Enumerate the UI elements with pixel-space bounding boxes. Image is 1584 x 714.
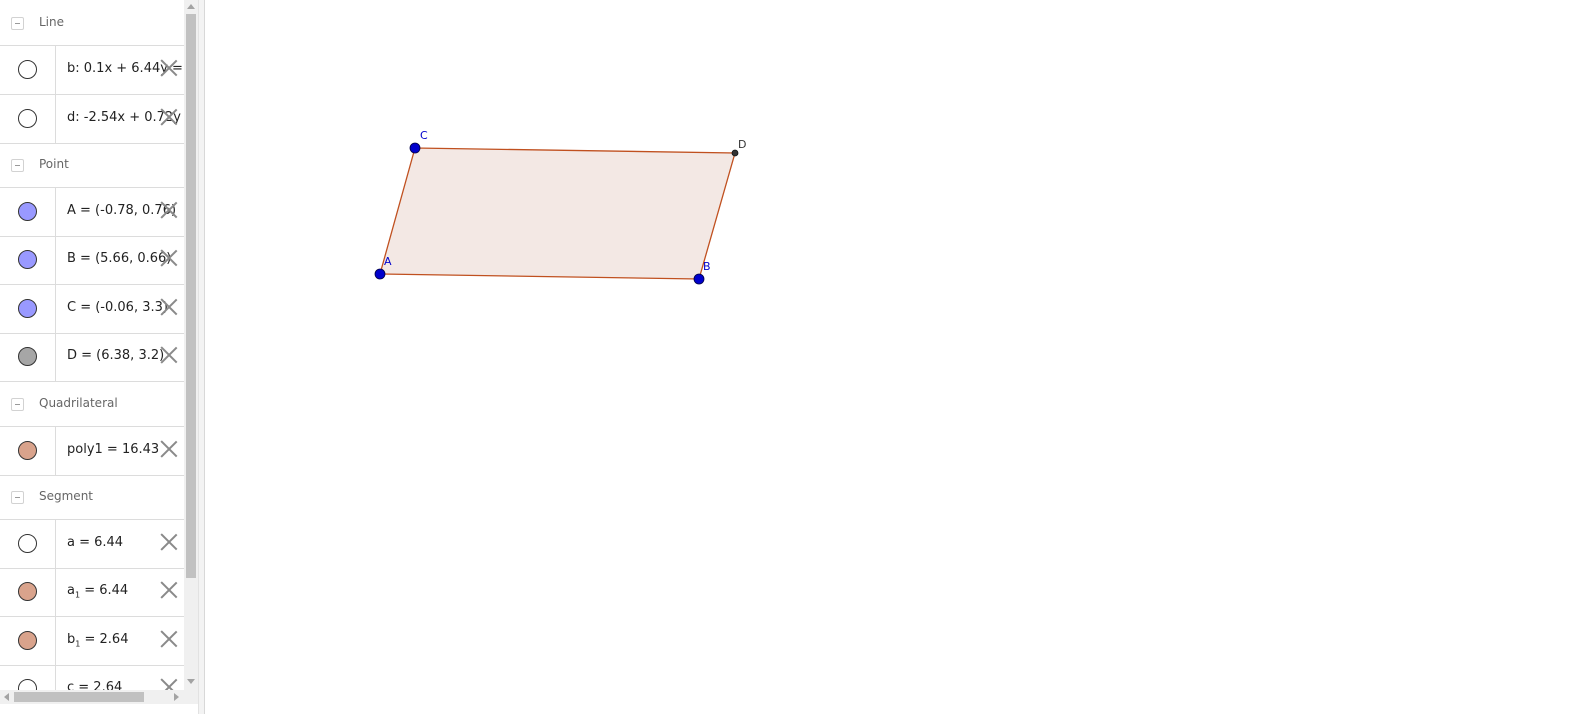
visibility-toggle[interactable] (18, 441, 37, 460)
scroll-up-icon[interactable] (187, 4, 195, 9)
collapse-icon[interactable] (11, 398, 24, 411)
algebra-item-point-b[interactable]: B = (5.66, 0.66) (0, 236, 184, 285)
scrollbar-corner (184, 690, 198, 704)
scroll-down-icon[interactable] (187, 679, 195, 684)
group-header-line[interactable]: Line (0, 0, 184, 46)
point-label-d: D (738, 138, 746, 151)
delete-icon[interactable] (160, 346, 178, 364)
point-label-a: A (384, 255, 392, 268)
group-label: Line (39, 15, 65, 29)
visibility-toggle[interactable] (18, 60, 37, 79)
group-header-segment[interactable]: Segment (0, 474, 184, 520)
visibility-toggle[interactable] (18, 250, 37, 269)
delete-icon[interactable] (160, 678, 178, 690)
visibility-toggle[interactable] (18, 679, 37, 690)
delete-icon[interactable] (160, 201, 178, 219)
delete-icon[interactable] (160, 533, 178, 551)
algebra-item-point-a[interactable]: A = (-0.78, 0.76) (0, 188, 184, 237)
item-definition[interactable]: a1 = 6.44 (67, 583, 128, 600)
algebra-item-segment-a1[interactable]: a1 = 6.44 (0, 568, 184, 617)
group-label: Segment (39, 489, 93, 503)
graphics-view[interactable]: A B C D (205, 0, 1584, 714)
item-definition[interactable]: b1 = 2.64 (67, 632, 128, 649)
visibility-toggle[interactable] (18, 202, 37, 221)
visibility-toggle[interactable] (18, 534, 37, 553)
visibility-toggle[interactable] (18, 631, 37, 650)
horizontal-scrollbar[interactable] (0, 690, 184, 704)
algebra-view: Line b: 0.1x + 6.44y = 2 d: -2.54x + 0.7… (0, 0, 184, 690)
visibility-toggle[interactable] (18, 109, 37, 128)
item-definition[interactable]: C = (-0.06, 3.3) (67, 300, 168, 315)
visibility-toggle[interactable] (18, 582, 37, 601)
scroll-left-icon[interactable] (4, 693, 9, 701)
delete-icon[interactable] (160, 108, 178, 126)
vertical-scroll-thumb[interactable] (186, 14, 196, 578)
item-definition[interactable]: B = (5.66, 0.66) (67, 251, 171, 266)
visibility-toggle[interactable] (18, 347, 37, 366)
algebra-item-point-d[interactable]: D = (6.38, 3.2) (0, 333, 184, 382)
group-label: Point (39, 157, 69, 171)
algebra-item-point-c[interactable]: C = (-0.06, 3.3) (0, 285, 184, 334)
collapse-icon[interactable] (11, 159, 24, 172)
item-definition[interactable]: poly1 = 16.43 (67, 442, 159, 457)
algebra-item-segment-c[interactable]: c = 2.64 (0, 665, 184, 690)
delete-icon[interactable] (160, 59, 178, 77)
algebra-item-line-b[interactable]: b: 0.1x + 6.44y = 2 (0, 46, 184, 95)
point-label-b: B (703, 260, 711, 273)
polygon-poly1[interactable] (379, 147, 736, 280)
point-c[interactable] (409, 142, 421, 154)
point-a[interactable] (374, 268, 386, 280)
view-divider[interactable] (198, 0, 205, 714)
horizontal-scroll-thumb[interactable] (14, 692, 144, 702)
group-header-quadrilateral[interactable]: Quadrilateral (0, 381, 184, 427)
collapse-icon[interactable] (11, 17, 24, 30)
scroll-right-icon[interactable] (174, 693, 179, 701)
delete-icon[interactable] (160, 630, 178, 648)
collapse-icon[interactable] (11, 491, 24, 504)
visibility-toggle[interactable] (18, 299, 37, 318)
delete-icon[interactable] (160, 581, 178, 599)
algebra-item-segment-b1[interactable]: b1 = 2.64 (0, 617, 184, 666)
algebra-item-poly1[interactable]: poly1 = 16.43 (0, 427, 184, 476)
item-definition[interactable]: a = 6.44 (67, 535, 123, 550)
vertical-scrollbar[interactable] (184, 0, 198, 690)
algebra-item-line-d[interactable]: d: -2.54x + 0.72y = (0, 95, 184, 144)
delete-icon[interactable] (160, 440, 178, 458)
group-header-point[interactable]: Point (0, 142, 184, 188)
item-definition[interactable]: c = 2.64 (67, 680, 122, 690)
algebra-item-segment-a[interactable]: a = 6.44 (0, 520, 184, 569)
point-label-c: C (420, 129, 428, 142)
point-b[interactable] (693, 273, 705, 285)
delete-icon[interactable] (160, 249, 178, 267)
group-label: Quadrilateral (39, 396, 118, 410)
delete-icon[interactable] (160, 298, 178, 316)
item-definition[interactable]: D = (6.38, 3.2) (67, 348, 164, 363)
